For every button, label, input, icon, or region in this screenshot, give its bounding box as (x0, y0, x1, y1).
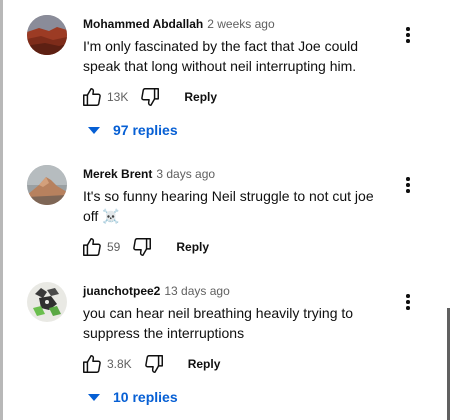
thumb-up-icon (83, 238, 101, 256)
panel-border (0, 0, 3, 420)
comment-actions: 13K Reply (80, 85, 217, 109)
comment-header: Merek Brent 3 days ago (83, 166, 215, 182)
caret-down-icon (88, 394, 100, 401)
avatar[interactable] (27, 282, 67, 322)
like-button[interactable] (80, 352, 104, 376)
thumb-down-icon (133, 238, 152, 256)
dislike-button[interactable] (130, 235, 154, 259)
avatar[interactable] (27, 15, 67, 55)
more-vert-dot (406, 33, 410, 37)
thumb-up-icon (83, 355, 101, 373)
comment-menu-button[interactable] (398, 173, 418, 197)
comment-header: juanchotpee2 13 days ago (83, 283, 230, 299)
more-vert-dot (406, 189, 410, 193)
comment-actions: 3.8K Reply (80, 352, 220, 376)
reply-button[interactable]: Reply (188, 357, 221, 371)
comment-author[interactable]: Mohammed Abdallah (83, 17, 203, 31)
avatar[interactable] (27, 165, 67, 205)
show-replies-button[interactable]: 10 replies (88, 387, 178, 407)
more-vert-dot (406, 183, 410, 187)
dislike-button[interactable] (142, 352, 166, 376)
comment-author[interactable]: Merek Brent (83, 167, 152, 181)
thumb-down-icon (141, 88, 160, 106)
like-button[interactable] (80, 85, 104, 109)
more-vert-icon (406, 27, 410, 31)
like-count: 59 (107, 240, 121, 254)
comment-time[interactable]: 2 weeks ago (207, 17, 274, 31)
comment-text: I'm only fascinated by the fact that Joe… (83, 38, 359, 74)
comment-actions: 59 Reply (80, 235, 209, 259)
more-vert-dot (406, 39, 410, 43)
more-vert-icon (406, 294, 410, 298)
thumb-down-icon (144, 355, 163, 373)
reply-button[interactable]: Reply (184, 90, 217, 104)
like-count: 3.8K (107, 357, 132, 371)
comment-time[interactable]: 13 days ago (164, 284, 229, 298)
thumb-up-icon (83, 88, 101, 106)
more-vert-dot (406, 300, 410, 304)
comment-menu-button[interactable] (398, 23, 418, 47)
show-replies-button[interactable]: 97 replies (88, 120, 178, 140)
comment-time[interactable]: 3 days ago (156, 167, 215, 181)
comment-text: you can hear neil breathing heavily tryi… (83, 305, 354, 341)
caret-down-icon (88, 127, 100, 134)
like-count: 13K (107, 90, 129, 104)
more-vert-icon (406, 177, 410, 181)
reply-button[interactable]: Reply (176, 240, 209, 254)
comments-section: Mohammed Abdallah 2 weeks ago I'm only fa… (0, 0, 450, 420)
comment-text: It's so funny hearing Neil struggle to n… (83, 188, 374, 224)
comment-author[interactable]: juanchotpee2 (83, 284, 160, 298)
like-button[interactable] (80, 235, 104, 259)
replies-count-label: 97 replies (113, 122, 178, 138)
dislike-button[interactable] (138, 85, 162, 109)
comment-header: Mohammed Abdallah 2 weeks ago (83, 16, 275, 32)
more-vert-dot (406, 306, 410, 310)
replies-count-label: 10 replies (113, 389, 178, 405)
comment-menu-button[interactable] (398, 290, 418, 314)
